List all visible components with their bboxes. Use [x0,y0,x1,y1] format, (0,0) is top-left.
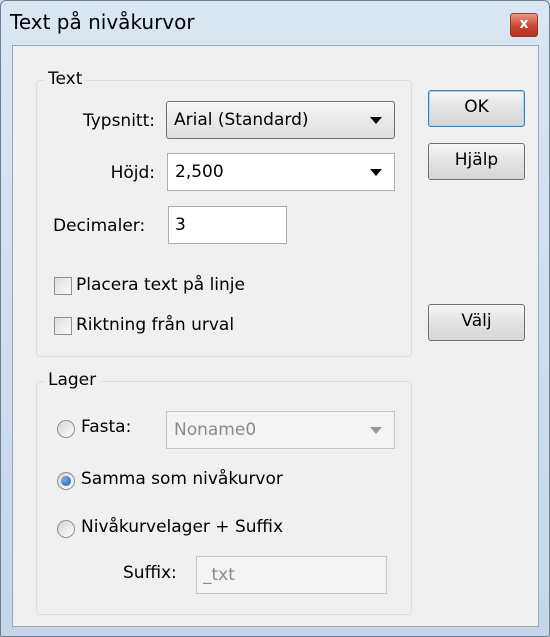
place-on-line-label[interactable]: Placera text på linje [76,275,245,295]
suffix-field[interactable] [196,556,387,594]
close-icon: x [519,16,529,32]
suffix-input[interactable] [203,565,364,585]
chevron-down-icon [370,427,382,434]
decimals-input[interactable] [175,215,275,235]
close-button[interactable]: x [510,13,538,37]
place-on-line-checkbox[interactable] [54,277,72,295]
dialog-body: Text Typsnitt: Arial (Standard) Höjd: 2,… [12,45,539,627]
help-button[interactable]: Hjälp [428,143,525,180]
contour-layer-suffix-radio[interactable] [57,520,75,538]
text-group-legend: Text [44,69,87,89]
direction-from-selection-checkbox[interactable] [54,317,72,335]
fixed-layer-label[interactable]: Fasta: [81,417,131,437]
fixed-layer-select[interactable]: Noname0 [166,411,395,449]
dialog-window: Text på nivåkurvor x Text Typsnitt: Aria… [0,0,550,637]
chevron-down-icon [370,117,382,124]
height-combo-value: 2,500 [175,162,224,182]
font-select-value: Arial (Standard) [174,110,309,130]
layer-group-legend: Lager [44,370,101,390]
radio-selected-dot [61,476,71,486]
decimals-label: Decimaler: [53,216,146,236]
ok-button[interactable]: OK [428,90,525,127]
height-label: Höjd: [110,163,155,183]
title-bar[interactable]: Text på nivåkurvor x [1,1,549,45]
height-combo[interactable]: 2,500 [167,153,395,191]
suffix-label: Suffix: [123,563,177,583]
decimals-field[interactable] [168,206,287,244]
select-button[interactable]: Välj [428,304,525,341]
chevron-down-icon [370,169,382,176]
fixed-layer-radio[interactable] [57,420,75,438]
same-as-contours-radio[interactable] [57,472,75,490]
font-label: Typsnitt: [82,111,155,131]
contour-layer-suffix-label[interactable]: Nivåkurvelager + Suffix [81,517,283,537]
direction-from-selection-label[interactable]: Riktning från urval [76,315,234,335]
window-title: Text på nivåkurvor [10,10,195,34]
font-select[interactable]: Arial (Standard) [166,101,395,139]
same-as-contours-label[interactable]: Samma som nivåkurvor [81,469,283,489]
fixed-layer-select-value: Noname0 [174,420,257,440]
